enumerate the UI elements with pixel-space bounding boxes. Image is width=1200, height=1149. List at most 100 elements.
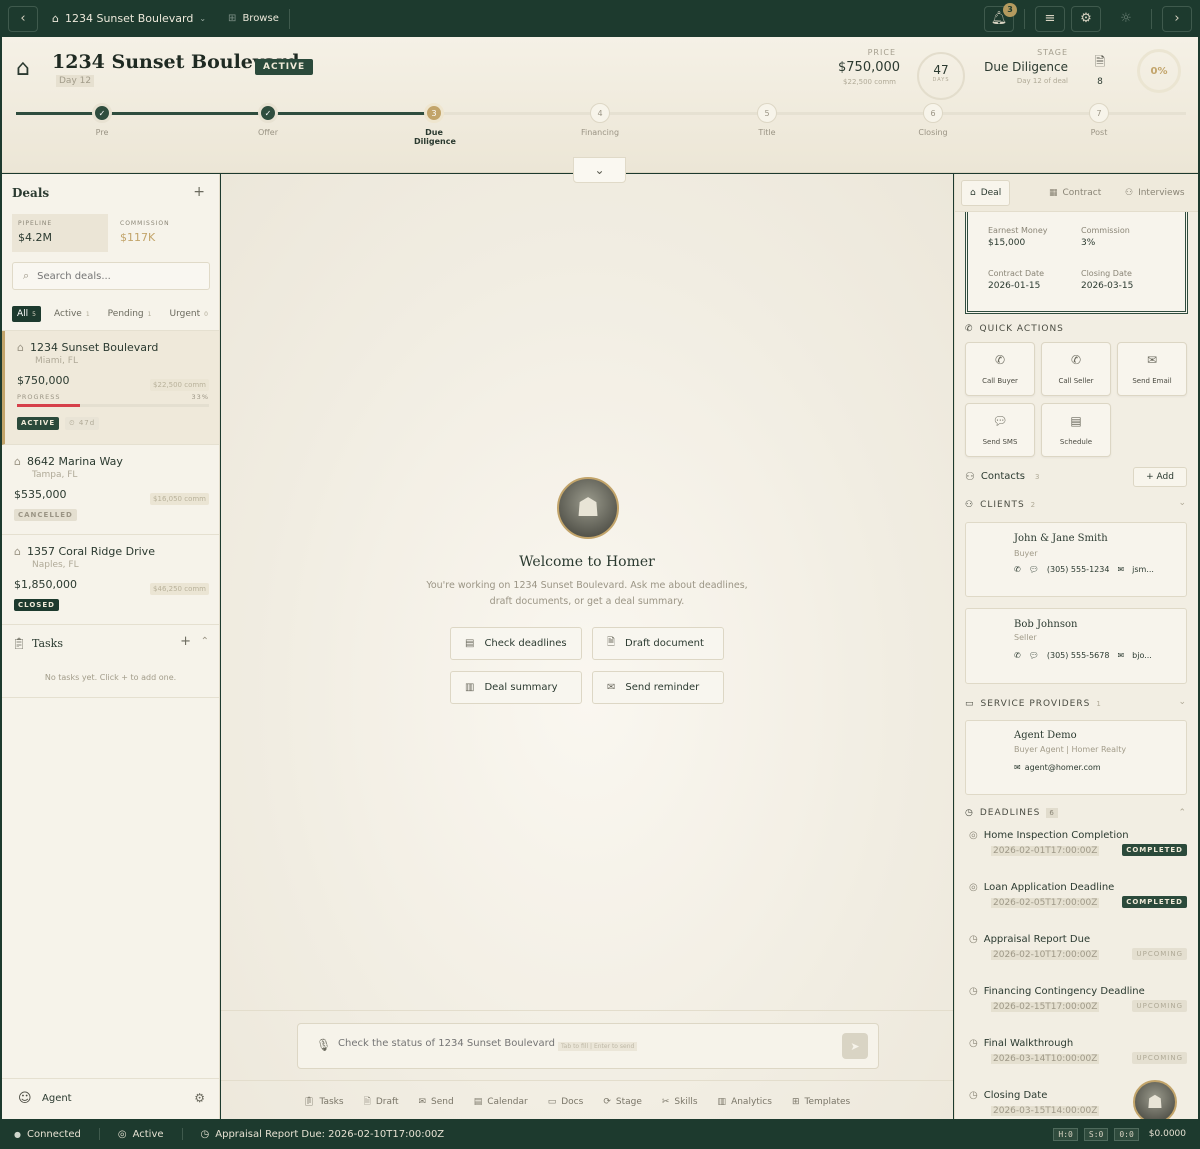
stage-step[interactable]: 4 Financing: [560, 103, 640, 137]
deadline-name-row: ◷ Financing Contingency Deadline: [969, 986, 1191, 997]
stage-step[interactable]: ✓ Offer: [228, 103, 308, 137]
send-button[interactable]: ➤: [842, 1033, 868, 1059]
add-contact-button[interactable]: + Add: [1133, 467, 1187, 487]
microphone-icon[interactable]: 🎙︎: [316, 1038, 331, 1052]
chevron-left-icon: ‹: [20, 11, 26, 26]
deadline-item[interactable]: ◎ Loan Application Deadline 2026-02-05T17:…: [969, 882, 1191, 932]
settings-button[interactable]: ⚙: [1071, 5, 1101, 32]
deal-card[interactable]: ⌂ 1357 Coral Ridge Drive Naples, FL $1,850,…: [2, 535, 219, 625]
tab-deal[interactable]: ⌂ Deal: [961, 180, 1011, 206]
stage-step[interactable]: 6 Closing: [893, 103, 973, 137]
stage-step-label: Due Diligence: [414, 128, 456, 146]
phone-icon: ✆: [1014, 565, 1021, 574]
documents-button[interactable]: 🗎︎ 8: [1088, 53, 1112, 87]
deal-progress-ring: 0%: [1137, 49, 1181, 93]
chat-area: ☗ Welcome to Homer You're working on 123…: [221, 174, 953, 1119]
collapse-header-button[interactable]: ⌄: [573, 157, 626, 183]
client-card[interactable]: Bob Johnson Seller ✆ 💬︎ (305) 555-5678 ✉ bjo…: [965, 608, 1187, 684]
deadlines-header[interactable]: ◷ DEADLINES 6: [965, 808, 1058, 818]
deal-day: Day 12: [56, 75, 95, 87]
user-name[interactable]: Agent: [42, 1093, 72, 1104]
chevron-up-icon[interactable]: ⌃: [1178, 808, 1186, 818]
theme-toggle[interactable]: ☼: [1111, 6, 1141, 32]
gear-icon[interactable]: ⚙: [194, 1091, 205, 1105]
notifications-button[interactable]: 🔔︎ 3: [984, 2, 1017, 32]
stage-step-label: Offer: [257, 128, 279, 137]
collapse-tasks-icon[interactable]: ⌃: [201, 636, 209, 647]
tool-send[interactable]: ✉ Send: [419, 1094, 454, 1110]
deadline-date: 2026-03-15T14:00:00Z: [991, 1106, 1100, 1116]
deadline-item[interactable]: ◷ Appraisal Report Due 2026-02-10T17:00:00…: [969, 934, 1191, 984]
add-deal-button[interactable]: +: [193, 184, 205, 200]
chevron-down-icon[interactable]: ⌄: [1178, 498, 1186, 508]
deal-header: ⌂ 1234 Sunset Boulevard Day 12 ACTIVE PR…: [2, 37, 1198, 173]
suggestion-label: Check deadlines: [484, 638, 567, 649]
earnest-value: $15,000: [988, 238, 1026, 248]
tool-templates[interactable]: ⊞ Templates: [792, 1094, 850, 1110]
deal-list: ⌂ 1234 Sunset Boulevard Miami, FL $750,000 $…: [2, 330, 219, 625]
send-sms-button[interactable]: 💬︎ Send SMS: [965, 403, 1035, 457]
filter-pending[interactable]: Pending 1: [103, 306, 157, 322]
deal-card[interactable]: ⌂ 1234 Sunset Boulevard Miami, FL $750,000 $…: [2, 331, 219, 445]
filter-all[interactable]: All 5: [12, 306, 41, 322]
filter-active[interactable]: Active 1: [49, 306, 95, 322]
tool-analytics[interactable]: ▥ Analytics: [718, 1094, 772, 1110]
back-button[interactable]: ‹: [8, 5, 38, 32]
deadline-item[interactable]: ◷ Financing Contingency Deadline 2026-02-1…: [969, 986, 1191, 1036]
tool-tasks[interactable]: 📋︎ Tasks: [303, 1094, 344, 1110]
deadline-item[interactable]: ◎ Home Inspection Completion 2026-02-01T17…: [969, 830, 1191, 880]
provider-card[interactable]: Agent Demo Buyer Agent | Homer Realty ✉ a…: [965, 720, 1187, 795]
draft-document-button[interactable]: 🗎︎ Draft document: [592, 627, 724, 660]
search-input[interactable]: [37, 270, 198, 282]
deal-card[interactable]: ⌂ 8642 Marina Way Tampa, FL $535,000 $16,050…: [2, 445, 219, 535]
contract-date-field: Contract Date 2026-01-15: [988, 269, 1044, 291]
forward-button[interactable]: ›: [1162, 5, 1192, 32]
commission-value: 3%: [1081, 238, 1096, 248]
tab-interviews[interactable]: ⚇ Interviews: [1117, 180, 1193, 206]
chevron-down-icon: ⌄: [199, 14, 207, 23]
tool-docs[interactable]: ▭ Docs: [548, 1094, 584, 1110]
send-reminder-button[interactable]: ✉ Send reminder: [592, 671, 724, 704]
schedule-button[interactable]: ▤ Schedule: [1041, 403, 1111, 457]
people-icon: ⚇: [965, 500, 975, 510]
divider: [221, 1010, 953, 1011]
add-task-button[interactable]: +: [180, 634, 191, 649]
menu-button[interactable]: ≡: [1035, 5, 1065, 32]
tab-contract[interactable]: ▦ Contract: [1041, 180, 1109, 206]
stage-step[interactable]: 3 Due Diligence: [394, 103, 474, 146]
send-email-button[interactable]: ✉ Send Email: [1117, 342, 1187, 396]
client-card[interactable]: John & Jane Smith Buyer ✆ 💬︎ (305) 555-123…: [965, 522, 1187, 597]
check-deadlines-button[interactable]: ▤ Check deadlines: [450, 627, 582, 660]
client-email: jsm...: [1132, 565, 1154, 574]
call-buyer-button[interactable]: ✆ Call Buyer: [965, 342, 1035, 396]
deadline-status-badge: UPCOMING: [1132, 1000, 1187, 1012]
tasks-section: 📋︎ Tasks + ⌃ No tasks yet. Click + to ad…: [2, 624, 219, 698]
tasks-title: Tasks: [32, 637, 63, 650]
deal-terms-card: Earnest Money $15,000 Commission 3% Contra…: [965, 212, 1188, 314]
deal-switcher[interactable]: ⌂ 1234 Sunset Boulevard ⌄: [52, 12, 206, 25]
clients-header[interactable]: ⚇ CLIENTS 2: [965, 500, 1036, 510]
tool-draft[interactable]: 🗎︎ Draft: [364, 1094, 399, 1110]
user-icon: ☺: [18, 1091, 32, 1106]
deal-summary-button[interactable]: ▥ Deal summary: [450, 671, 582, 704]
providers-count: 1: [1096, 700, 1102, 708]
chevron-down-icon[interactable]: ⌄: [1178, 697, 1186, 707]
tool-stage[interactable]: ⟳ Stage: [603, 1094, 642, 1110]
divider: [1151, 8, 1152, 29]
deadline-status-badge: COMPLETED: [1122, 844, 1187, 856]
phone-icon: ✆: [965, 324, 974, 334]
next-deadline[interactable]: ◷ Appraisal Report Due: 2026-02-10T17:00:…: [201, 1129, 445, 1140]
stage-step[interactable]: 7 Post: [1059, 103, 1139, 137]
call-seller-button[interactable]: ✆ Call Seller: [1041, 342, 1111, 396]
filter-urgent[interactable]: Urgent 0: [164, 306, 212, 322]
chat-input[interactable]: [338, 1038, 558, 1049]
skills-icon: ✂: [661, 1097, 670, 1107]
tool-calendar[interactable]: ▤ Calendar: [474, 1094, 528, 1110]
stage-step[interactable]: 5 Title: [727, 103, 807, 137]
tool-skills[interactable]: ✂ Skills: [662, 1094, 698, 1110]
browse-button[interactable]: ⊞ Browse: [228, 13, 279, 24]
homer-badge-icon[interactable]: ☗: [1133, 1080, 1177, 1119]
service-providers-header[interactable]: ▭ SERVICE PROVIDERS 1: [965, 699, 1102, 709]
stage-step[interactable]: ✓ Pre: [62, 103, 142, 137]
stage-step-marker: 7: [1089, 103, 1109, 123]
